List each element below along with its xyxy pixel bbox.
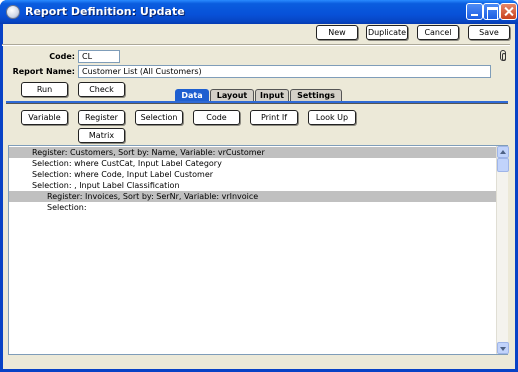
- new-button[interactable]: New: [316, 25, 358, 40]
- report-name-label: Report Name:: [12, 67, 75, 76]
- list-item[interactable]: Selection: where Code, Input Label Custo…: [9, 169, 496, 180]
- title-bar[interactable]: Report Definition: Update: [0, 0, 518, 24]
- vertical-scrollbar[interactable]: [496, 146, 509, 354]
- window-title: Report Definition: Update: [25, 5, 185, 18]
- report-name-field[interactable]: Customer List (All Customers): [78, 65, 491, 78]
- look-up-button[interactable]: Look Up: [308, 110, 356, 125]
- app-icon: [6, 5, 20, 19]
- scroll-down-icon[interactable]: [497, 342, 509, 354]
- paperclip-icon[interactable]: [500, 50, 506, 61]
- tab-divider: [6, 103, 508, 104]
- matrix-button[interactable]: Matrix: [78, 128, 125, 143]
- selection-button[interactable]: Selection: [135, 110, 183, 125]
- code-button[interactable]: Code: [193, 110, 240, 125]
- minimize-icon[interactable]: [466, 3, 483, 20]
- check-button[interactable]: Check: [78, 82, 125, 97]
- list-item[interactable]: Selection: , Input Label Classification: [9, 180, 496, 191]
- list-item[interactable]: Register: Invoices, Sort by: SerNr, Vari…: [9, 191, 496, 202]
- close-icon[interactable]: [500, 3, 517, 20]
- duplicate-button[interactable]: Duplicate: [366, 25, 408, 40]
- maximize-icon[interactable]: [483, 3, 500, 20]
- print-if-button[interactable]: Print If: [250, 110, 298, 125]
- cancel-button[interactable]: Cancel: [417, 25, 459, 40]
- scroll-up-icon[interactable]: [497, 146, 509, 158]
- code-label: Code:: [49, 52, 75, 61]
- code-field[interactable]: CL: [78, 50, 120, 63]
- data-definition-list[interactable]: Register: Customers, Sort by: Name, Vari…: [8, 145, 509, 355]
- toolbar-separator: [2, 44, 510, 46]
- run-button[interactable]: Run: [21, 82, 68, 97]
- list-item[interactable]: Selection: where CustCat, Input Label Ca…: [9, 158, 496, 169]
- list-item[interactable]: Register: Customers, Sort by: Name, Vari…: [9, 147, 496, 158]
- list-item[interactable]: Selection:: [9, 202, 496, 213]
- register-button[interactable]: Register: [78, 110, 125, 125]
- scroll-thumb[interactable]: [497, 158, 509, 172]
- variable-button[interactable]: Variable: [21, 110, 68, 125]
- save-button[interactable]: Save: [468, 25, 510, 40]
